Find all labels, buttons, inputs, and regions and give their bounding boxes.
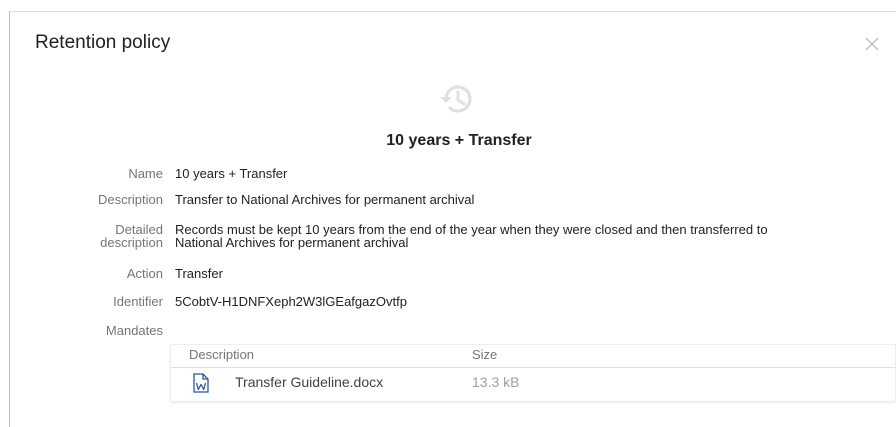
table-row[interactable]: Transfer Guideline.docx 13.3 kB <box>171 369 895 403</box>
table-header: Description Size <box>171 345 895 368</box>
field-label: Description <box>97 192 163 207</box>
field-value: National Archives for permanent archival <box>175 235 409 250</box>
file-size: 13.3 kB <box>472 374 520 390</box>
dialog-title: Retention policy <box>35 32 171 53</box>
field-value: Transfer to National Archives for perman… <box>175 192 475 207</box>
field-label: Mandates <box>105 323 163 338</box>
file-name[interactable]: Transfer Guideline.docx <box>235 374 383 390</box>
word-document-icon <box>193 373 209 393</box>
retention-policy-dialog: Retention policy 10 years + Transfer Nam… <box>9 11 896 427</box>
close-button[interactable] <box>862 34 882 54</box>
field-value: Transfer <box>175 266 223 281</box>
column-header-size[interactable]: Size <box>472 347 497 362</box>
close-icon <box>865 37 879 51</box>
history-icon <box>437 79 477 119</box>
column-header-description[interactable]: Description <box>189 347 254 362</box>
field-label: Identifier <box>113 294 163 309</box>
field-value: 10 years + Transfer <box>175 166 288 181</box>
mandates-table: Description Size Transfer Guideline.docx… <box>170 344 896 402</box>
policy-name-heading: 10 years + Transfer <box>386 132 532 149</box>
field-value: 5CobtV-H1DNFXeph2W3lGEafgazOvtfp <box>175 294 407 309</box>
field-label: description <box>100 235 163 250</box>
field-label: Name <box>128 166 163 181</box>
field-label: Action <box>126 266 163 281</box>
